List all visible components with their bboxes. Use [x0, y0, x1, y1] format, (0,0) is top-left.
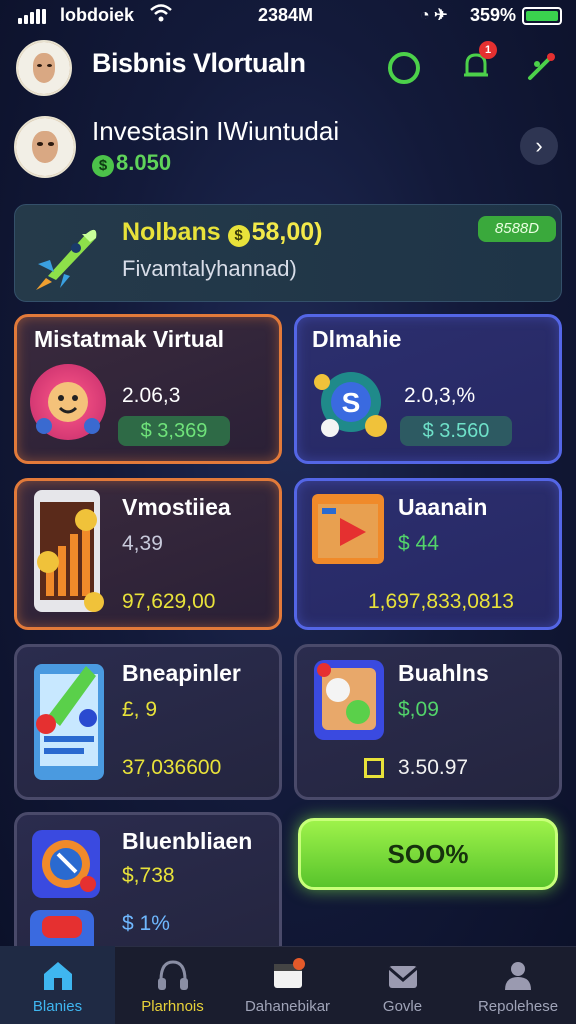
primary-action-button[interactable]: SOO%	[298, 818, 558, 890]
card-pill[interactable]: $ 3.560	[400, 416, 512, 446]
refresh-ring-icon[interactable]	[388, 52, 420, 84]
card-pill[interactable]: $ 3,369	[118, 416, 230, 446]
nav-item-home[interactable]: Blanies	[0, 946, 115, 1024]
card-value: £, 9	[122, 698, 158, 721]
card-title: Bluenbliaen	[122, 828, 253, 854]
status-icons: ◔ ✈	[420, 7, 448, 24]
card-title: Mistatmak Virtual	[34, 326, 225, 352]
card-subvalue: 3.50.97	[398, 756, 469, 779]
app-title: Bisbnis Vlortualn	[92, 48, 306, 78]
nav-label: Dahanebikar	[244, 998, 331, 1015]
dollar-coin-icon: $	[92, 155, 114, 177]
signal-icon	[18, 9, 46, 24]
card-value: 4,39	[122, 532, 163, 555]
card-subvalue: 1,697,833,0813	[368, 590, 514, 613]
pin-icon[interactable]	[524, 48, 560, 84]
battery-percent: 359%	[470, 5, 517, 25]
nav-label: Repolehese	[477, 998, 559, 1015]
video-play-icon	[310, 492, 386, 568]
rocket-phone-icon	[30, 656, 110, 784]
chevron-right-icon: ›	[535, 133, 543, 158]
header-avatar[interactable]	[16, 40, 72, 96]
nav-item-mail[interactable]: Govle	[345, 946, 460, 1024]
home-icon	[43, 962, 72, 990]
bonus-pill[interactable]: 8588D	[478, 216, 556, 242]
carrier-label: lobdoiek	[60, 5, 135, 25]
battery-icon	[522, 7, 562, 25]
profile-avatar[interactable]	[14, 116, 76, 178]
wallet-icon	[30, 910, 94, 946]
card-value: $,738	[122, 864, 175, 887]
status-time: 2384M	[258, 5, 314, 25]
bonus-title: Nolbans $58,00)	[122, 218, 323, 247]
card-value: $ 44	[398, 532, 439, 555]
card-icon	[273, 958, 305, 988]
card-title: Vmostiiea	[122, 494, 231, 520]
dollar-coin-icon: $	[227, 225, 250, 247]
card-title: Buahlns	[398, 660, 489, 686]
profile-chevron-button[interactable]: ›	[520, 127, 558, 165]
user-icon	[505, 962, 531, 990]
profile-balance: $8.050	[92, 150, 171, 177]
status-bar: lobdoiek 2384M ◔ ✈ 359%	[0, 0, 576, 30]
headset-icon	[157, 960, 188, 990]
wifi-icon	[150, 3, 172, 28]
card-title: Bneapinler	[122, 660, 241, 686]
card-value: 2.06,3	[122, 384, 181, 407]
mail-icon	[387, 966, 418, 988]
card-subvalue: 37,036600	[122, 756, 222, 779]
profile-name: Investasin IWiuntudai	[92, 116, 340, 146]
card-subvalue: $ 1%	[122, 912, 170, 935]
game-map-icon	[310, 656, 386, 744]
nav-item-support[interactable]: Plarhnois	[115, 946, 230, 1024]
compass-icon	[28, 826, 104, 902]
card-title: Dlmahie	[312, 326, 402, 352]
card-title: Uaanain	[398, 494, 488, 520]
notification-badge: 1	[479, 41, 497, 59]
card-value: $,09	[398, 698, 439, 721]
nav-label: Plarhnois	[141, 998, 204, 1015]
nav-item-profile[interactable]: Repolehese	[460, 946, 576, 1024]
card-value: 2.0,3,%	[404, 384, 476, 407]
svg-text:S: S	[342, 387, 361, 418]
coin-stack-icon: S	[308, 362, 394, 442]
mascot-icon	[30, 364, 106, 440]
nav-item-dashboard[interactable]: Dahanebikar	[230, 946, 345, 1024]
bonus-subtitle: Fivamtalyhannad)	[122, 256, 297, 281]
nav-label: Blanies	[32, 998, 83, 1015]
rocket-icon	[28, 214, 108, 294]
card-subvalue: 97,629,00	[122, 590, 216, 613]
nav-label: Govle	[382, 998, 423, 1015]
phone-chart-icon	[30, 488, 110, 616]
square-icon	[364, 758, 384, 778]
